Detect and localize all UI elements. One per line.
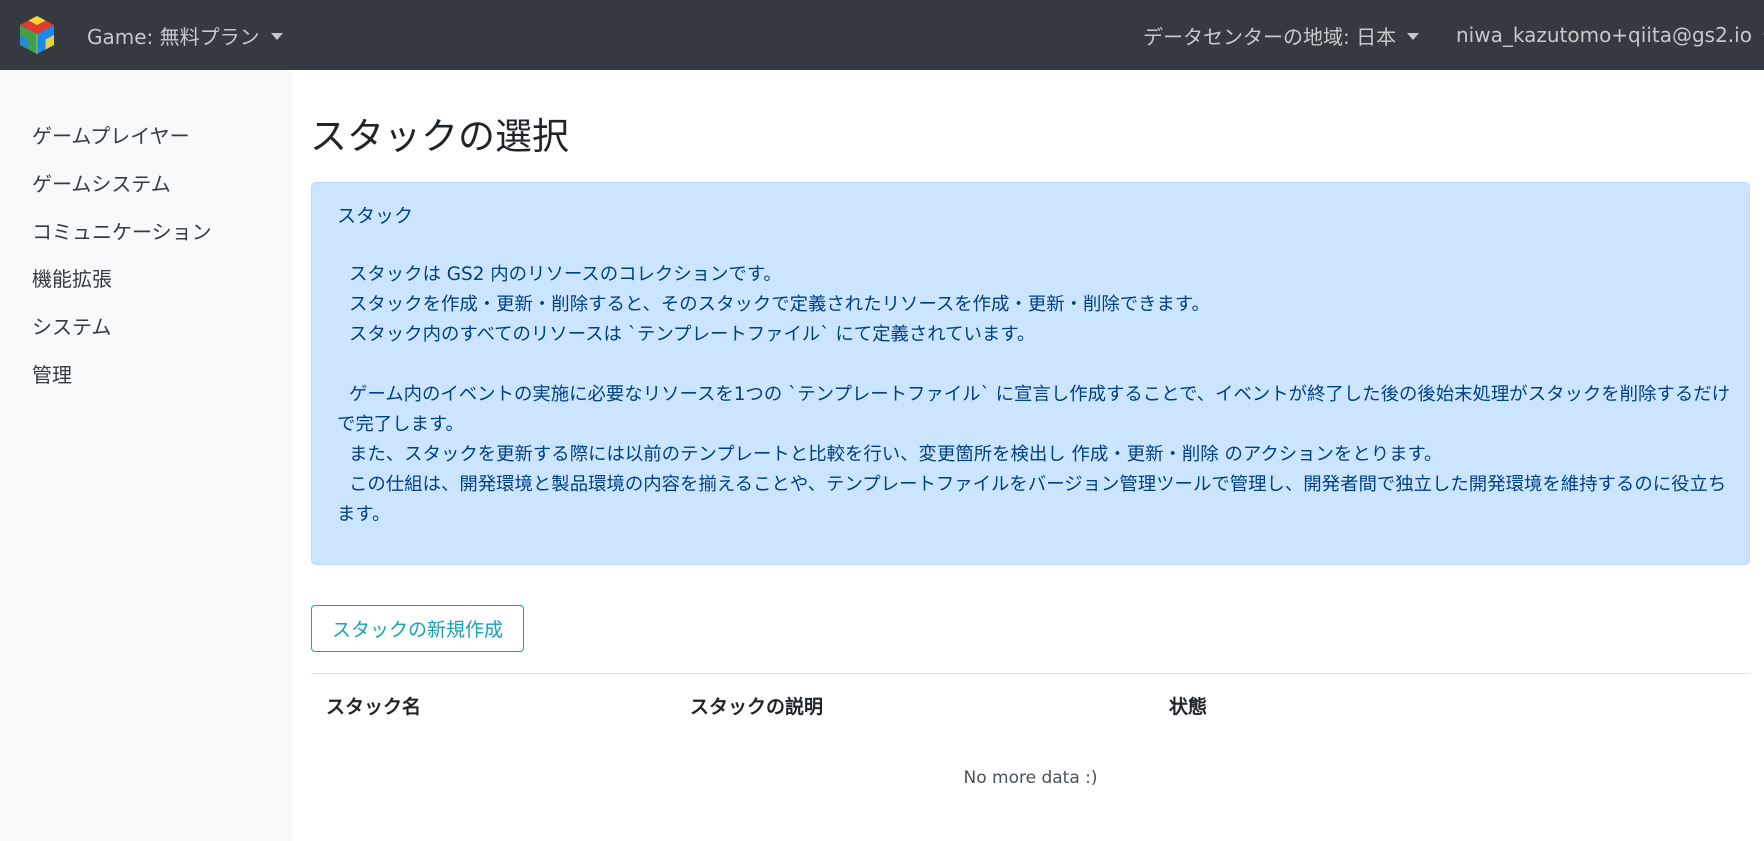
- region-dropdown[interactable]: データセンターの地域: 日本: [1143, 0, 1420, 70]
- info-alert: スタック スタックは GS2 内のリソースのコレクションです。 スタックを作成・…: [311, 182, 1750, 565]
- info-line: この仕組は、開発環境と製品環境の内容を揃えることや、テンプレートファイルをバージ…: [337, 474, 1727, 525]
- sidebar-item-system[interactable]: システム: [32, 311, 111, 340]
- sidebar-item-game-player[interactable]: ゲームプレイヤー: [32, 120, 190, 149]
- chevron-down-icon: [1407, 32, 1420, 40]
- sidebar-item-game-system[interactable]: ゲームシステム: [32, 168, 171, 197]
- info-line: ゲーム内のイベントの実施に必要なリソースを1つの `テンプレートファイル` に宣…: [337, 384, 1730, 435]
- sidebar-item-extension[interactable]: 機能拡張: [32, 263, 112, 292]
- game-plan-label: Game: 無料プラン: [87, 24, 260, 49]
- info-paragraph-1: スタックは GS2 内のリソースのコレクションです。 スタックを作成・更新・削除…: [337, 260, 1737, 350]
- game-plan-dropdown[interactable]: Game: 無料プラン: [87, 0, 283, 70]
- info-paragraph-2: ゲーム内のイベントの実施に必要なリソースを1つの `テンプレートファイル` に宣…: [337, 380, 1737, 530]
- cube-logo-icon[interactable]: [17, 14, 57, 56]
- column-header-stack-name[interactable]: スタック名: [326, 692, 421, 719]
- create-stack-button[interactable]: スタックの新規作成: [311, 605, 524, 652]
- sidebar: ゲームプレイヤー ゲームシステム コミュニケーション 機能拡張 システム 管理: [0, 70, 292, 841]
- info-line: スタックを作成・更新・削除すると、そのスタックで定義されたリソースを作成・更新・…: [349, 294, 1210, 315]
- info-line: スタックは GS2 内のリソースのコレクションです。: [349, 264, 782, 285]
- page-title: スタックの選択: [310, 115, 569, 158]
- info-line: また、スタックを更新する際には以前のテンプレートと比較を行い、変更箇所を検出し …: [349, 444, 1443, 465]
- user-account-dropdown[interactable]: niwa_kazutomo+qiita@gs2.io: [1456, 0, 1764, 70]
- empty-table-message: No more data :): [963, 768, 1098, 788]
- sidebar-item-management[interactable]: 管理: [32, 359, 72, 388]
- sidebar-item-communication[interactable]: コミュニケーション: [32, 216, 212, 245]
- info-line: スタック内のすべてのリソースは `テンプレートファイル` にて定義されています。: [349, 324, 1036, 345]
- chevron-down-icon: [270, 32, 283, 40]
- user-email-label: niwa_kazutomo+qiita@gs2.io: [1456, 23, 1752, 47]
- info-alert-title: スタック: [337, 205, 414, 227]
- column-header-stack-description[interactable]: スタックの説明: [690, 692, 823, 719]
- top-navbar: Game: 無料プラン データセンターの地域: 日本 niwa_kazutomo…: [0, 0, 1764, 70]
- column-header-status[interactable]: 状態: [1169, 692, 1207, 719]
- region-label: データセンターの地域: 日本: [1143, 24, 1397, 49]
- table-divider: [311, 673, 1750, 674]
